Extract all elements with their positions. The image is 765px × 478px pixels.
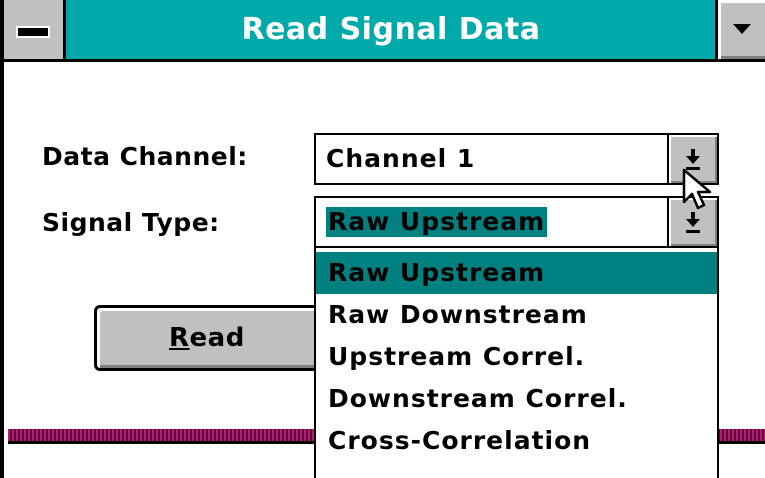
minus-icon	[16, 26, 50, 38]
data-channel-label: Data Channel:	[42, 142, 248, 171]
signal-type-combo[interactable]: Raw Upstream	[314, 196, 719, 248]
signal-type-dropdown-list: Raw Upstream Raw Downstream Upstream Cor…	[314, 246, 719, 478]
read-button[interactable]: Read	[94, 305, 324, 371]
read-button-label: Read	[169, 323, 245, 353]
minimize-button[interactable]	[715, 0, 765, 59]
triangle-down-icon	[733, 24, 751, 34]
data-channel-combo[interactable]: Channel 1	[314, 133, 719, 185]
signal-type-value: Raw Upstream	[326, 207, 548, 237]
data-channel-value: Channel 1	[326, 144, 476, 173]
dropdown-option-raw-downstream[interactable]: Raw Downstream	[316, 294, 717, 336]
dropdown-option-cross-correlation[interactable]: Cross-Correlation	[316, 420, 717, 462]
dropdown-option-downstream-correl[interactable]: Downstream Correl.	[316, 378, 717, 420]
dialog-window: Read Signal Data Data Channel: Channel 1…	[0, 0, 765, 478]
dropdown-option-raw-upstream[interactable]: Raw Upstream	[316, 252, 717, 294]
arrow-cursor-icon	[682, 168, 712, 210]
window-title: Read Signal Data	[241, 12, 541, 47]
signal-type-label: Signal Type:	[42, 208, 220, 237]
system-menu-button[interactable]	[4, 0, 66, 59]
dropdown-option-upstream-correl[interactable]: Upstream Correl.	[316, 336, 717, 378]
title-bar: Read Signal Data	[4, 0, 765, 62]
